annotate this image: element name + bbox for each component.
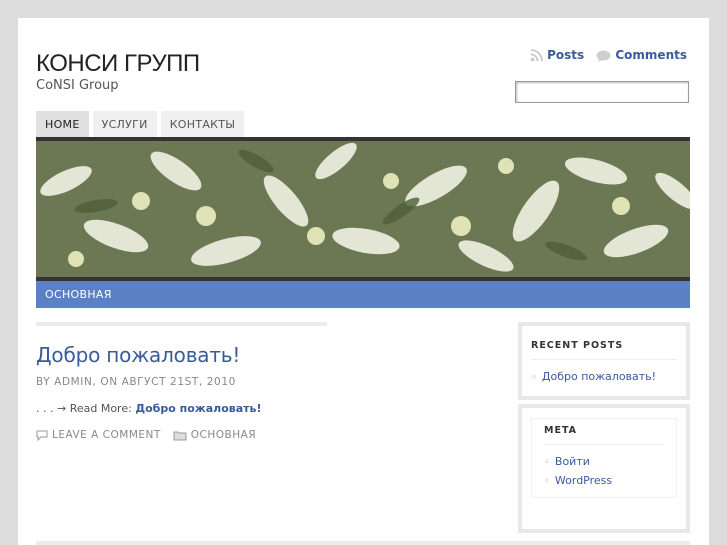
posts-feed-link[interactable]: Posts bbox=[530, 48, 588, 62]
folder-icon bbox=[173, 431, 187, 440]
meta-list: Войти WordPress bbox=[544, 453, 664, 491]
recent-posts-widget: RECENT POSTS Добро пожаловать! bbox=[518, 322, 690, 400]
speech-bubble-icon bbox=[596, 50, 611, 62]
recent-posts-list: Добро пожаловать! bbox=[531, 368, 677, 387]
page-container: КОНСИ ГРУПП CoNSI Group Posts Comments H… bbox=[18, 18, 709, 545]
category-bar[interactable]: ОСНОВНАЯ bbox=[36, 281, 690, 308]
header-image bbox=[36, 137, 690, 281]
read-more-link[interactable]: Добро пожаловать! bbox=[135, 402, 261, 415]
post-divider bbox=[36, 322, 327, 326]
feed-links: Posts Comments bbox=[522, 48, 687, 62]
post-excerpt: . . . → Read More: Добро пожаловать! bbox=[36, 402, 261, 415]
post-footer: LEAVE A COMMENT ОСНОВНАЯ bbox=[36, 429, 256, 441]
meta-item-wordpress[interactable]: WordPress bbox=[544, 472, 664, 491]
post-meta: BY ADMIN, ON АВГУСТ 21ST, 2010 bbox=[36, 376, 236, 388]
post-title[interactable]: Добро пожаловать! bbox=[36, 343, 240, 367]
post-category-link[interactable]: ОСНОВНАЯ bbox=[191, 429, 256, 441]
content-bottom-divider bbox=[36, 541, 690, 545]
comments-feed-link[interactable]: Comments bbox=[596, 48, 687, 62]
excerpt-prefix: . . . → Read More: bbox=[36, 402, 132, 415]
comment-icon bbox=[36, 430, 48, 441]
meta-item-login[interactable]: Войти bbox=[544, 453, 664, 472]
search-input[interactable] bbox=[515, 81, 689, 103]
posts-feed-label: Posts bbox=[547, 48, 585, 62]
nav-item-services[interactable]: УСЛУГИ bbox=[92, 111, 157, 138]
nav-item-home[interactable]: HOME bbox=[36, 111, 89, 138]
meta-title: META bbox=[544, 425, 664, 445]
site-description: CoNSI Group bbox=[36, 78, 119, 93]
recent-post-item[interactable]: Добро пожаловать! bbox=[531, 368, 677, 387]
meta-widget: META Войти WordPress bbox=[518, 404, 690, 533]
rss-icon bbox=[530, 49, 544, 62]
comments-feed-label: Comments bbox=[615, 48, 687, 62]
site-title[interactable]: КОНСИ ГРУПП bbox=[36, 50, 200, 78]
leave-comment-link[interactable]: LEAVE A COMMENT bbox=[52, 429, 161, 441]
recent-posts-title: RECENT POSTS bbox=[531, 340, 677, 360]
main-nav: HOME УСЛУГИ КОНТАКТЫ bbox=[36, 111, 245, 138]
meta-inner: META Войти WordPress bbox=[531, 418, 677, 498]
nav-item-contacts[interactable]: КОНТАКТЫ bbox=[160, 111, 245, 138]
